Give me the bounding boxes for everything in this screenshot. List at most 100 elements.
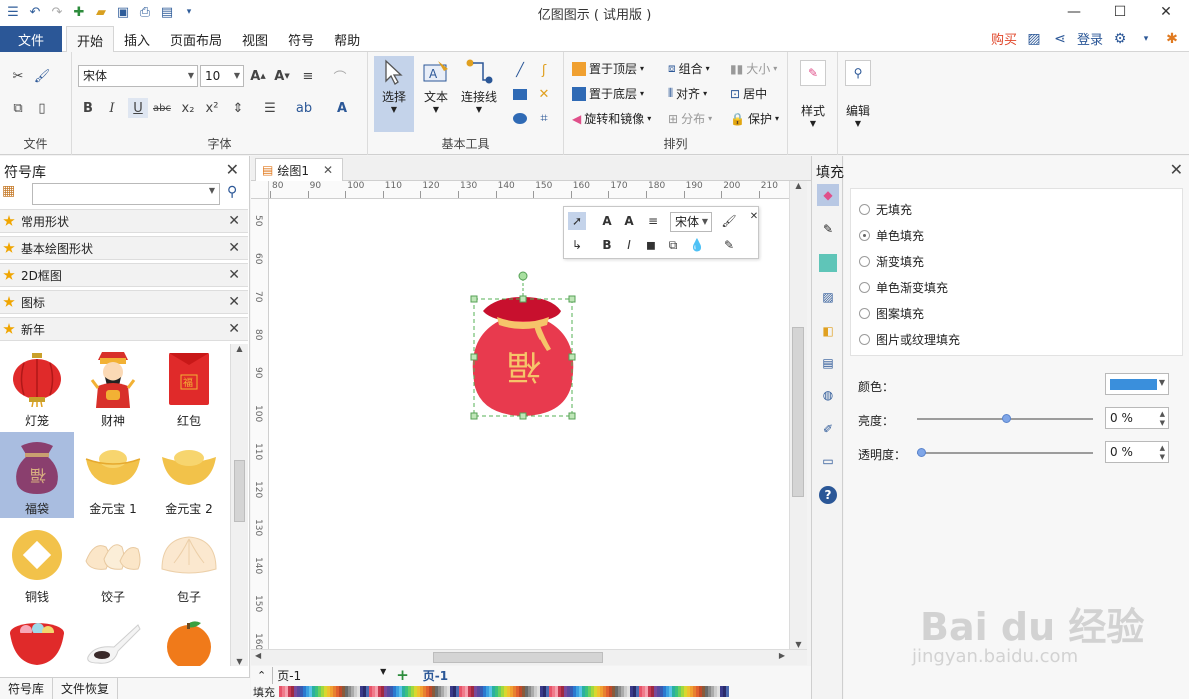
image-panel-icon[interactable]: ▨: [817, 286, 839, 308]
transparency-slider-knob[interactable]: [917, 448, 926, 457]
edit-button[interactable]: ⚲ 编辑 ▼: [838, 60, 878, 128]
strikethrough-icon[interactable]: abc: [152, 98, 172, 118]
text-tool-button[interactable]: A 文本 ▼: [416, 56, 456, 114]
font-color-icon[interactable]: A: [332, 98, 352, 118]
page-tab[interactable]: 页-1: [423, 667, 448, 684]
line-color-icon[interactable]: ✎: [720, 236, 738, 254]
select-tool-button[interactable]: 选择 ▼: [374, 56, 414, 132]
align-button[interactable]: ⫴ 对齐 ▾: [668, 85, 707, 102]
align-text-icon[interactable]: ≡: [644, 212, 662, 230]
shadow-icon[interactable]: ⧉: [664, 236, 682, 254]
line-icon[interactable]: ╱: [510, 60, 530, 80]
subscript-icon[interactable]: x₂: [178, 98, 198, 118]
underline-icon[interactable]: U: [128, 98, 148, 118]
align-text-icon[interactable]: ≡: [298, 66, 318, 86]
connector-tool-button[interactable]: 连接线 ▼: [456, 56, 502, 114]
scroll-down-icon[interactable]: ▼: [231, 657, 248, 666]
remove-library-icon[interactable]: ✕: [228, 267, 240, 283]
rotate-handle[interactable]: [518, 271, 528, 281]
minimize-button[interactable]: —: [1051, 0, 1097, 24]
remove-library-icon[interactable]: ✕: [228, 294, 240, 310]
cut-icon[interactable]: ✂: [8, 66, 28, 86]
login-link[interactable]: 登录: [1077, 29, 1103, 48]
distribute-button[interactable]: ⊞ 分布 ▾: [668, 110, 712, 127]
library-item-common[interactable]: 常用形状 ✕: [0, 209, 248, 233]
fill-box-icon[interactable]: ◼: [642, 236, 660, 254]
send-to-back-button[interactable]: 置于底层 ▾: [572, 85, 644, 102]
dropdown-icon[interactable]: ▾: [1137, 30, 1155, 48]
image-icon[interactable]: ▨: [1025, 30, 1043, 48]
shape-lantern[interactable]: 灯笼: [0, 344, 74, 430]
remove-library-icon[interactable]: ✕: [228, 213, 240, 229]
rectangle-icon[interactable]: [510, 84, 530, 104]
superscript-icon[interactable]: x²: [202, 98, 222, 118]
arc-icon[interactable]: ʃ: [534, 60, 554, 80]
shape-tangyuan[interactable]: [0, 608, 74, 666]
canvas-horizontal-scrollbar[interactable]: ◀ ▶: [251, 649, 807, 665]
font-size-combo[interactable]: 10 ▼: [200, 65, 244, 87]
tab-insert[interactable]: 插入: [114, 26, 160, 52]
scroll-left-icon[interactable]: ◀: [255, 651, 261, 660]
grow-font-icon[interactable]: A ▲: [248, 66, 268, 86]
text-color-highlight-icon[interactable]: ab: [294, 98, 314, 118]
remove-library-icon[interactable]: ✕: [228, 240, 240, 256]
globe-panel-icon[interactable]: ◍: [817, 384, 839, 406]
bullet-list-icon[interactable]: ☰: [260, 98, 280, 118]
close-button[interactable]: ✕: [1143, 0, 1189, 24]
attachment-panel-icon[interactable]: ✐: [817, 418, 839, 440]
copy-icon[interactable]: ⧉: [8, 98, 28, 118]
shape-spoon[interactable]: [76, 608, 150, 666]
bold-icon[interactable]: B: [78, 98, 98, 118]
shape-god-of-wealth[interactable]: 财神: [76, 344, 150, 430]
radio-solid-fill[interactable]: 单色填充: [859, 227, 924, 244]
tab-help[interactable]: 帮助: [324, 26, 370, 52]
shape-lucky-bag[interactable]: 福 福袋: [0, 432, 74, 518]
library-category-icon[interactable]: ▦: [2, 183, 15, 199]
radio-single-gradient-fill[interactable]: 单色渐变填充: [859, 279, 948, 296]
brightness-slider[interactable]: [917, 414, 1093, 423]
brush-icon[interactable]: 🖌: [720, 212, 738, 230]
transparency-spinner[interactable]: 0 % ▲ ▼: [1105, 441, 1169, 463]
library-item-2d[interactable]: 2D框图 ✕: [0, 263, 248, 287]
brightness-slider-knob[interactable]: [1002, 414, 1011, 423]
crop-icon[interactable]: ⌗: [534, 108, 554, 128]
italic-icon[interactable]: I: [620, 236, 638, 254]
radio-gradient-fill[interactable]: 渐变填充: [859, 253, 924, 270]
palette-swatch[interactable]: [726, 686, 729, 697]
protect-button[interactable]: 🔒 保护 ▾: [730, 110, 779, 127]
radio-picture-fill[interactable]: 图片或纹理填充: [859, 331, 960, 348]
font-name-combo[interactable]: 宋体 ▼: [78, 65, 198, 87]
library-item-basic[interactable]: 基本绘图形状 ✕: [0, 236, 248, 260]
mini-font-combo[interactable]: 宋体 ▼: [670, 212, 712, 232]
page-select[interactable]: 页-1 ▼: [272, 666, 390, 684]
page-panel-icon[interactable]: ▤: [817, 352, 839, 374]
shape-orange[interactable]: [152, 608, 226, 666]
tab-file[interactable]: 文件: [0, 26, 62, 52]
library-item-new-year[interactable]: 新年 ✕: [0, 317, 248, 341]
paragraph-spacing-icon[interactable]: ⇕: [228, 98, 248, 118]
library-close-icon[interactable]: ✕: [226, 160, 239, 179]
center-button[interactable]: ⊡ 居中: [730, 85, 767, 102]
tab-view[interactable]: 视图: [232, 26, 278, 52]
shadow-panel-icon[interactable]: [817, 252, 839, 274]
comment-panel-icon[interactable]: ▭: [817, 450, 839, 472]
shape-gold-ingot-2[interactable]: 金元宝 2: [152, 432, 226, 518]
tab-page-layout[interactable]: 页面布局: [160, 26, 232, 52]
radio-pattern-fill[interactable]: 图案填充: [859, 305, 924, 322]
theme-icon[interactable]: ✱: [1163, 30, 1181, 48]
connector-icon[interactable]: ↳: [568, 236, 586, 254]
radio-no-fill[interactable]: 无填充: [859, 201, 912, 218]
search-icon[interactable]: ⚲: [227, 184, 237, 200]
fill-color-icon[interactable]: 💧: [688, 236, 706, 254]
canvas-hscroll-thumb[interactable]: [433, 652, 603, 663]
transparency-slider[interactable]: [917, 448, 1093, 457]
canvas-vertical-scrollbar[interactable]: ▲ ▼: [789, 181, 807, 649]
drawing-canvas[interactable]: 福: [269, 199, 789, 649]
paste-icon[interactable]: ▯: [32, 98, 52, 118]
tab-symbol-library[interactable]: 符号库: [0, 678, 54, 699]
library-scrollbar[interactable]: ▲ ▼: [230, 344, 248, 666]
italic-icon[interactable]: I: [102, 98, 122, 118]
library-item-icons[interactable]: 图标 ✕: [0, 290, 248, 314]
color-swatches[interactable]: [279, 686, 729, 697]
add-page-icon[interactable]: +: [396, 666, 409, 684]
